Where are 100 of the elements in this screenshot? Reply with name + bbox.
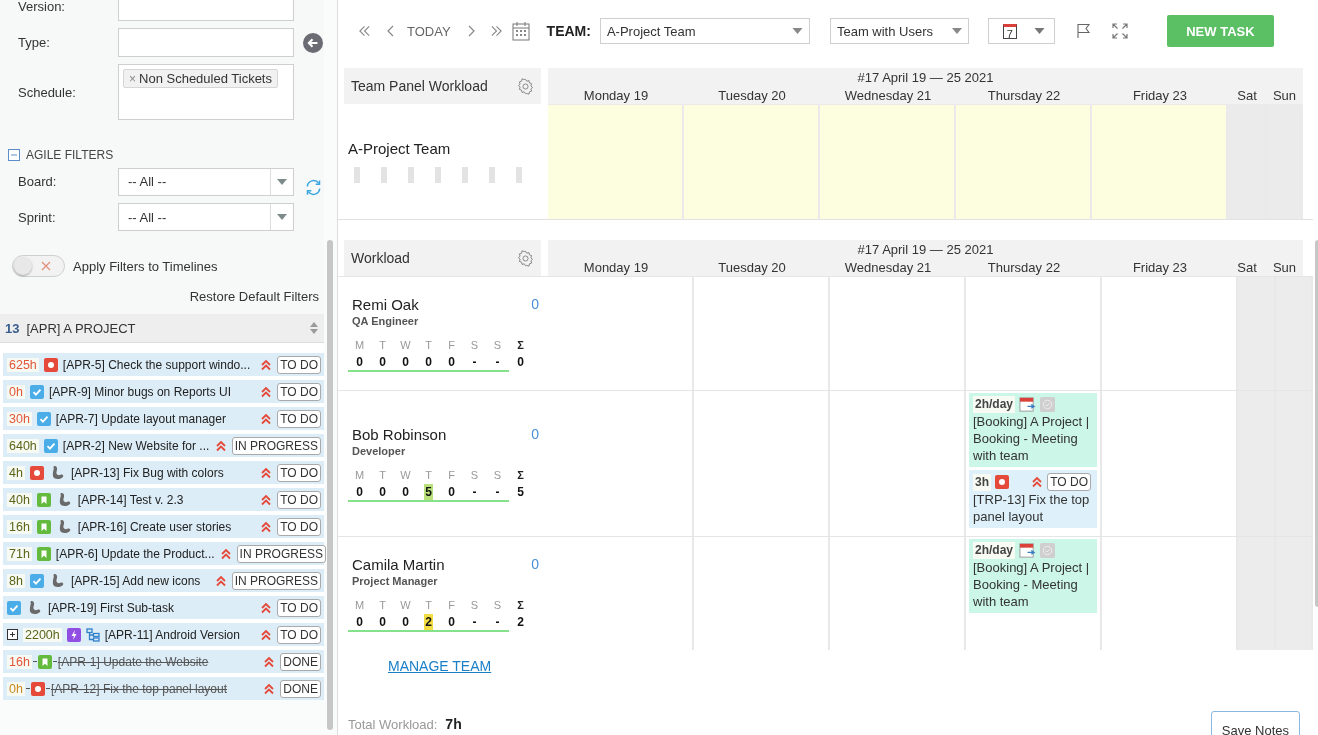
task-title[interactable]: [APR-13] Fix Bug with colors: [70, 465, 256, 480]
day-cell[interactable]: [1276, 537, 1313, 650]
day-cell[interactable]: [1092, 104, 1228, 219]
task-type-icon: [36, 411, 51, 426]
task-title[interactable]: [APR-9] Minor bugs on Reports UI: [48, 384, 256, 399]
task-count[interactable]: 0: [531, 295, 539, 327]
task-title[interactable]: [APR-19] First Sub-task: [48, 600, 256, 615]
task-row[interactable]: [APR-19] First Sub-task TO DO: [3, 596, 324, 619]
task-title[interactable]: [APR-15] Add new icons: [70, 573, 210, 588]
status-badge[interactable]: TO DO: [277, 598, 321, 617]
task-title[interactable]: [APR-16] Create user stories: [77, 519, 256, 534]
day-label: Sun: [1271, 86, 1298, 104]
task-row[interactable]: 40h [APR-14] Test v. 2.3 TO DO: [3, 488, 324, 511]
status-badge[interactable]: TO DO: [277, 409, 321, 428]
task-count[interactable]: 0: [531, 555, 539, 587]
booking-card[interactable]: 2h/day [Booking] A Project | Booking - Meeting with team: [969, 539, 1097, 613]
flag-icon[interactable]: [1075, 23, 1092, 39]
status-badge[interactable]: IN PROGRESS: [236, 544, 326, 563]
view-dropdown[interactable]: Team with Users: [829, 18, 969, 44]
restore-filters-link[interactable]: Restore Default Filters: [189, 289, 319, 304]
settings-icon[interactable]: [517, 77, 534, 95]
task-row[interactable]: 16h [APR-1] Update the Website DONE: [3, 650, 324, 673]
task-title[interactable]: [APR-12] Fix the top panel layout: [50, 681, 259, 696]
next-month-icon[interactable]: [489, 25, 503, 37]
collapse-icon[interactable]: [8, 149, 20, 161]
status-badge[interactable]: DONE: [280, 679, 321, 698]
dropdown[interactable]: -- All --: [118, 167, 294, 196]
task-title[interactable]: [APR-5] Check the support windo...: [62, 357, 256, 372]
fullscreen-icon[interactable]: [1111, 23, 1128, 39]
previous-month-icon[interactable]: [358, 25, 371, 37]
field-label: Sprint:: [18, 209, 57, 225]
status-badge[interactable]: DONE: [280, 652, 321, 671]
status-badge[interactable]: IN PROGRESS: [231, 571, 321, 590]
task-type-icon: [43, 438, 58, 453]
status-badge[interactable]: TO DO: [277, 625, 321, 644]
project-header[interactable]: 13 [APR] A PROJECT: [0, 314, 324, 343]
task-row[interactable]: 71h [APR-6] Update the Product... IN PROGRESS: [3, 542, 324, 565]
scrollbar[interactable]: [327, 240, 333, 730]
day-cell[interactable]: [1266, 104, 1303, 219]
status-badge[interactable]: TO DO: [277, 490, 321, 509]
toggle-switch[interactable]: [12, 255, 65, 277]
task-row[interactable]: 640h [APR-2] New Website for ... IN PROGRESS: [3, 434, 324, 457]
previous-icon[interactable]: [387, 25, 395, 37]
task-title[interactable]: [APR-1] Update the Website: [57, 654, 259, 669]
booking-card[interactable]: 2h/day [Booking] A Project | Booking - Meeting with team: [969, 393, 1097, 467]
status-badge[interactable]: TO DO: [277, 463, 321, 482]
caret-icon: [791, 28, 803, 34]
priority-icon: [263, 655, 276, 668]
hours-per-day: 2h/day: [973, 542, 1015, 559]
calendar-icon[interactable]: [511, 21, 530, 41]
task-row[interactable]: 8h [APR-15] Add new icons IN PROGRESS: [3, 569, 324, 592]
task-title[interactable]: [APR-14] Test v. 2.3: [77, 492, 256, 507]
refresh-icon[interactable]: [304, 178, 323, 197]
day-cell[interactable]: [684, 104, 820, 219]
task-card[interactable]: 3h TO DO [TRP-13] Fix the top panel layout: [969, 470, 1097, 528]
task-row[interactable]: 16h [APR-16] Create user stories TO DO: [3, 515, 324, 538]
task-title[interactable]: [APR-7] Update layout manager: [55, 411, 256, 426]
day-cell[interactable]: [956, 104, 1092, 219]
day-cell[interactable]: [820, 104, 956, 219]
date-range-dropdown[interactable]: 7: [987, 18, 1055, 44]
status-badge[interactable]: TO DO: [1047, 473, 1091, 491]
task-row[interactable]: 4h [APR-13] Fix Bug with colors TO DO: [3, 461, 324, 484]
total-hours: 5: [516, 483, 525, 500]
day-cell[interactable]: 2h/day [Booking] A Project | Booking - Meeting with team 3h TO DO [TRP-13] Fix the top panel layout: [966, 391, 1102, 536]
day-hours: -: [494, 613, 501, 630]
task-row[interactable]: 0h [APR-9] Minor bugs on Reports UI TO DO: [3, 380, 324, 403]
task-row[interactable]: 625h [APR-5] Check the support windo... TO DO: [3, 353, 324, 376]
day-cell[interactable]: [1228, 104, 1266, 219]
status-badge[interactable]: TO DO: [277, 355, 321, 374]
task-title[interactable]: [APR-11] Android Version: [104, 627, 256, 642]
next-icon[interactable]: [466, 25, 475, 37]
settings-icon[interactable]: [517, 249, 534, 267]
sort-icon[interactable]: [309, 321, 319, 335]
task-count[interactable]: 0: [531, 425, 539, 457]
day-cell[interactable]: [548, 104, 684, 219]
task-title[interactable]: [APR-6] Update the Product...: [55, 546, 215, 561]
task-title[interactable]: [APR-2] New Website for ...: [62, 438, 210, 453]
day-label: Monday 19: [582, 86, 650, 104]
team-dropdown[interactable]: A-Project Team: [599, 18, 810, 44]
expand-icon[interactable]: [7, 629, 18, 640]
input-field[interactable]: [118, 0, 294, 21]
today-button[interactable]: TODAY: [407, 23, 451, 39]
caret-icon: [1033, 28, 1045, 34]
save-notes-button[interactable]: Save Notes: [1210, 711, 1300, 735]
dropdown[interactable]: -- All --: [118, 203, 294, 231]
task-row[interactable]: 0h [APR-12] Fix the top panel layout DONE: [3, 677, 324, 700]
task-row[interactable]: 2200h [APR-11] Android Version TO DO: [3, 623, 324, 646]
status-badge[interactable]: TO DO: [277, 382, 321, 401]
input-field[interactable]: [118, 28, 294, 57]
task-row[interactable]: 30h [APR-7] Update layout manager TO DO: [3, 407, 324, 430]
manage-team-link[interactable]: MANAGE TEAM: [388, 658, 492, 674]
status-badge[interactable]: TO DO: [277, 517, 321, 536]
day-cell[interactable]: 2h/day [Booking] A Project | Booking - Meeting with team: [966, 537, 1102, 650]
day-hours: 0: [447, 353, 456, 370]
day-cell[interactable]: [1276, 391, 1313, 536]
status-badge[interactable]: IN PROGRESS: [231, 436, 321, 455]
day-cell[interactable]: [1238, 537, 1276, 650]
calendar-icon: [1019, 396, 1036, 413]
day-cell[interactable]: [1276, 277, 1313, 390]
tag-field[interactable]: × Non Scheduled Tickets: [118, 64, 294, 120]
